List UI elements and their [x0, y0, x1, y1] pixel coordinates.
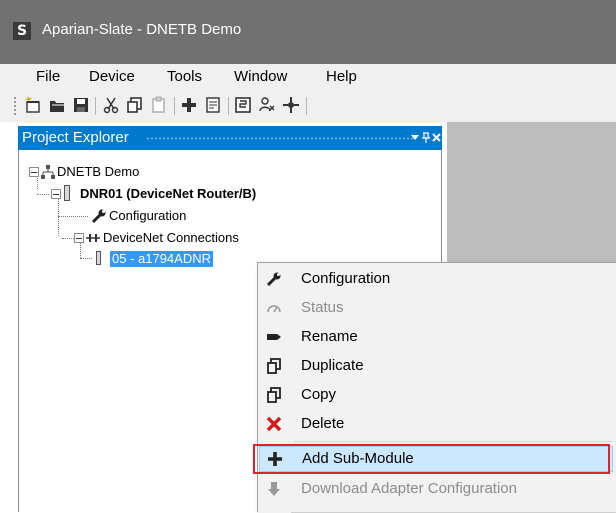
menu-item-copy[interactable]: Copy [258, 382, 616, 408]
menu-item-label: Delete [301, 415, 345, 432]
toolbar-separator [174, 97, 175, 115]
toolbar-separator [306, 97, 307, 115]
wrench-icon [91, 209, 106, 224]
network-tree-icon [41, 165, 55, 179]
menu-bar: File Device Tools Window Help [0, 64, 616, 90]
tree-node-device[interactable]: DNR01 (DeviceNet Router/B) [80, 186, 256, 202]
delete-x-icon [266, 416, 282, 432]
toolbar-separator [228, 97, 229, 115]
toolbar [0, 90, 616, 122]
adapter-module-icon [96, 251, 101, 265]
menu-item-label: Configuration [301, 270, 391, 287]
project-explorer-header: Project Explorer [18, 126, 442, 150]
tree-connector [80, 258, 92, 259]
menu-item-duplicate[interactable]: Duplicate [258, 353, 616, 379]
tree-node-configuration[interactable]: Configuration [109, 208, 186, 224]
tree-connector [58, 199, 59, 236]
wrench-icon [266, 272, 281, 287]
users-icon[interactable] [258, 96, 276, 114]
menu-item-download-adapter-configuration[interactable]: Download Adapter Configuration [258, 476, 616, 502]
context-menu: Configuration Status Rename Duplicate Co… [257, 262, 616, 513]
tree-connector [58, 216, 88, 217]
menu-item-configuration[interactable]: Configuration [258, 266, 616, 292]
copy-icon[interactable] [126, 96, 144, 114]
tree-connector [37, 175, 38, 189]
network-icon[interactable] [282, 96, 300, 114]
pin-icon[interactable] [422, 132, 430, 143]
menu-file[interactable]: File [36, 68, 60, 86]
close-icon[interactable] [432, 133, 441, 142]
app-icon: S [13, 22, 31, 40]
collapse-toggle[interactable] [29, 167, 39, 177]
save-icon[interactable] [72, 96, 90, 114]
menu-item-rename[interactable]: Rename [258, 324, 616, 350]
properties-icon[interactable] [204, 96, 222, 114]
menu-item-label: Download Adapter Configuration [301, 480, 517, 497]
new-project-icon[interactable] [24, 96, 42, 114]
title-bar: S Aparian-Slate - DNETB Demo [0, 0, 616, 64]
download-arrow-icon [268, 482, 280, 496]
menu-tools[interactable]: Tools [167, 68, 202, 86]
cut-icon[interactable] [102, 96, 120, 114]
menu-help[interactable]: Help [326, 68, 357, 86]
duplicate-icon [267, 358, 281, 374]
tree-node-root[interactable]: DNETB Demo [57, 164, 139, 180]
tree-connector [37, 194, 49, 195]
menu-separator [294, 441, 614, 442]
copy-icon [267, 387, 281, 403]
toolbar-grip[interactable] [14, 97, 18, 115]
window-title: Aparian-Slate - DNETB Demo [42, 21, 242, 38]
menu-item-label: Rename [301, 328, 358, 345]
menu-item-label: Duplicate [301, 357, 364, 374]
menu-item-label: Copy [301, 386, 337, 403]
toolbar-separator [95, 97, 96, 115]
menu-device[interactable]: Device [89, 68, 135, 86]
module-icon[interactable] [234, 96, 252, 114]
collapse-toggle[interactable] [51, 189, 61, 199]
menu-item-status[interactable]: Status [258, 295, 616, 321]
project-explorer-title: Project Explorer [22, 129, 129, 146]
panel-grip[interactable] [146, 137, 416, 140]
tree-connector [80, 243, 81, 258]
tree-connector [62, 238, 74, 239]
gauge-icon [267, 305, 281, 313]
connections-icon [86, 234, 100, 242]
tree-node-connections[interactable]: DeviceNet Connections [103, 230, 239, 246]
menu-item-delete[interactable]: Delete [258, 411, 616, 437]
paste-icon[interactable] [150, 96, 168, 114]
menu-item-label: Status [301, 299, 344, 316]
dropdown-icon[interactable] [411, 135, 419, 141]
add-icon[interactable] [180, 96, 198, 114]
menu-window[interactable]: Window [234, 68, 287, 86]
collapse-toggle[interactable] [74, 233, 84, 243]
rename-icon [267, 334, 281, 340]
device-module-icon [64, 185, 70, 201]
tree-node-adapter-selected[interactable]: 05 - a1794ADNR [110, 251, 213, 267]
highlight-annotation-box [253, 444, 610, 474]
open-icon[interactable] [48, 96, 66, 114]
